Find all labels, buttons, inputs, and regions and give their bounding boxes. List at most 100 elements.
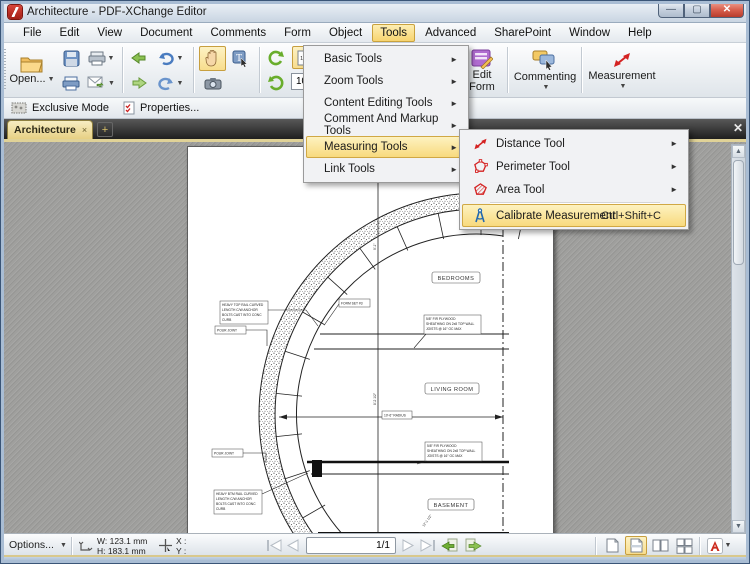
svg-text:JOISTS @ 16" OC MAX: JOISTS @ 16" OC MAX [426,327,462,331]
tab-label: Architecture [14,124,76,136]
svg-text:CURB: CURB [216,507,226,511]
perimeter-tool-icon [471,159,489,175]
undo-icon [157,51,175,66]
exclusive-mode-button[interactable]: Exclusive Mode [11,102,109,114]
menu-bar: File Edit View Document Comments Form Ob… [1,23,750,43]
svg-text:HEAVY TOP RAIL CURVED: HEAVY TOP RAIL CURVED [222,303,264,307]
rotate-ccw-button[interactable] [264,46,288,70]
snapshot-button[interactable] [199,72,226,95]
print-button[interactable] [59,71,83,95]
tabbar-close-icon[interactable]: ✕ [733,121,743,135]
commenting-button[interactable]: Commenting ▼ [513,45,577,96]
svg-text:SHEATHING ON 2x8 TOP WALL: SHEATHING ON 2x8 TOP WALL [427,449,476,453]
menu-edit[interactable]: Edit [52,24,88,42]
undo-button[interactable]: ▼ [153,46,187,70]
save-button[interactable] [59,46,83,70]
page-number-input[interactable] [306,537,396,554]
quad-page-layout-button[interactable] [673,536,695,555]
menu-object[interactable]: Object [321,24,370,42]
undo-dropdown-arrow: ▼ [177,55,184,62]
edit-form-label-2: Form [469,81,495,93]
menu-document[interactable]: Document [132,24,200,42]
svg-text:BOLTS CAST INTO CONC: BOLTS CAST INTO CONC [216,502,256,506]
submenu-item-calibrate-measurement[interactable]: Calibrate Measurement Ctrl+Shift+C [462,204,686,227]
tab-close-icon[interactable]: × [82,125,87,135]
export-button[interactable] [127,71,151,95]
menu-item-zoom-tools[interactable]: Zoom Tools► [306,70,466,92]
select-text-icon: T [232,50,249,67]
open-button[interactable]: Open...▼ [9,45,55,95]
cursor-position-icon [159,539,172,555]
rotate-cw-icon [268,75,284,91]
maximize-button[interactable]: ▢ [684,1,710,18]
menu-item-content-editing-tools[interactable]: Content Editing Tools► [306,92,466,114]
scrollbar-thumb[interactable] [733,160,744,265]
email-icon [87,76,106,90]
toolbar-separator [581,47,582,93]
minimize-button[interactable]: — [658,1,684,18]
svg-text:LENGTH C/W ANCHOR: LENGTH C/W ANCHOR [216,497,252,501]
menu-form[interactable]: Form [276,24,319,42]
scroll-down-arrow[interactable]: ▼ [732,520,745,533]
next-page-button[interactable] [401,539,416,555]
properties-button[interactable]: Properties... [123,101,199,115]
email-dropdown-arrow: ▼ [108,80,115,87]
single-page-layout-button[interactable] [601,536,623,555]
redo-dropdown-arrow: ▼ [177,80,184,87]
menu-tools[interactable]: Tools [372,24,415,42]
scroll-up-arrow[interactable]: ▲ [732,145,745,158]
tab-architecture[interactable]: Architecture × [7,120,93,139]
menu-item-link-tools[interactable]: Link Tools► [306,158,466,180]
menu-view[interactable]: View [89,24,130,42]
svg-text:JOISTS @ 16" OC MAX: JOISTS @ 16" OC MAX [427,454,463,458]
email-button[interactable]: ▼ [85,71,117,95]
menu-window[interactable]: Window [561,24,618,42]
submenu-arrow-icon: ► [450,77,458,86]
menu-advanced[interactable]: Advanced [417,24,484,42]
menu-comments[interactable]: Comments [203,24,275,42]
next-view-button[interactable] [465,538,482,556]
two-page-layout-button[interactable] [649,536,671,555]
edit-form-icon [471,49,493,69]
import-button[interactable] [127,46,151,70]
submenu-item-perimeter-tool[interactable]: Perimeter Tool ► [462,155,686,178]
toolbar-grip[interactable] [4,49,6,91]
print-setup-button[interactable]: ▼ [85,46,117,70]
rotate-cw-button[interactable] [264,71,288,95]
submenu-item-area-tool[interactable]: Area Tool ► [462,178,686,201]
previous-view-button[interactable] [441,538,458,556]
last-page-button[interactable] [419,539,437,555]
hand-tool-button[interactable] [199,46,226,71]
measurement-button[interactable]: Measurement ▼ [587,45,657,96]
menu-sharepoint[interactable]: SharePoint [486,24,559,42]
new-tab-button[interactable]: + [97,122,113,137]
menu-file[interactable]: File [15,24,50,42]
close-button[interactable]: ✕ [710,1,744,18]
continuous-layout-button[interactable] [625,536,647,555]
first-page-button[interactable] [265,539,283,555]
exclusive-mode-label: Exclusive Mode [32,102,109,114]
select-text-button[interactable]: T [228,46,253,71]
hand-tool-icon [205,50,220,67]
commenting-icon [532,50,558,70]
open-in-adobe-button[interactable]: ▼ [704,536,734,555]
properties-icon [123,101,135,115]
previous-page-button[interactable] [285,539,300,555]
adobe-dropdown-arrow: ▼ [725,542,732,549]
svg-text:CURB: CURB [222,318,232,322]
redo-button[interactable]: ▼ [153,71,187,95]
svg-text:9'-1": 9'-1" [373,243,377,250]
menu-item-measuring-tools[interactable]: Measuring Tools► [306,136,466,158]
app-logo-icon [8,5,22,19]
measuring-tools-submenu: Distance Tool ► Perimeter Tool ► Area To… [459,129,689,230]
submenu-arrow-icon: ► [450,143,458,152]
options-button[interactable]: Options...▼ [9,539,67,551]
submenu-item-distance-tool[interactable]: Distance Tool ► [462,132,686,155]
title-bar[interactable]: Architecture - PDF-XChange Editor [1,1,750,23]
commenting-dropdown-arrow: ▼ [543,84,550,91]
menu-item-comment-markup-tools[interactable]: Comment And Markup Tools► [306,114,466,136]
menu-item-basic-tools[interactable]: Basic Tools► [306,48,466,70]
vertical-scrollbar[interactable]: ▲ ▼ [731,144,746,533]
menu-help[interactable]: Help [620,24,660,42]
application-window: Architecture - PDF-XChange Editor — ▢ ✕ … [0,0,750,564]
